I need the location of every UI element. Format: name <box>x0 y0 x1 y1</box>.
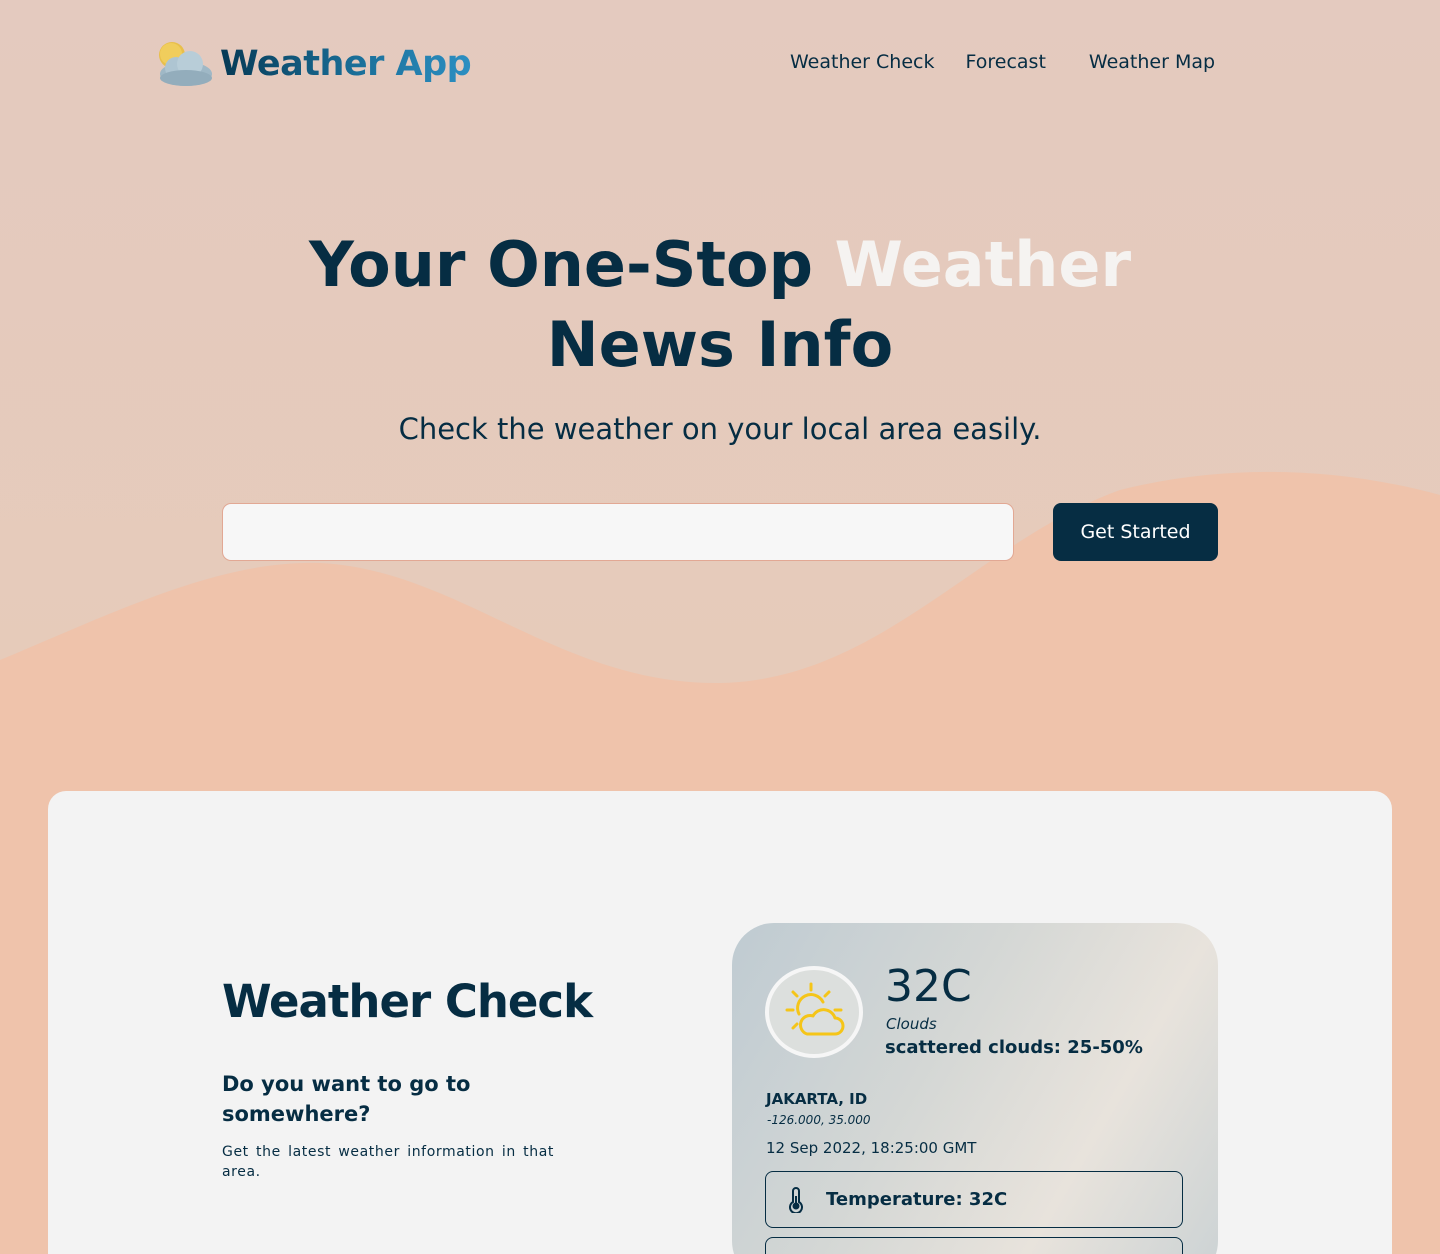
hero-subtitle: Check the weather on your local area eas… <box>398 412 1042 446</box>
weather-condition-description: scattered clouds: 25-50% <box>885 1037 1143 1058</box>
app-name: Weather App <box>220 44 472 84</box>
hero-title-part1: Your One-Stop <box>308 228 835 301</box>
weather-check-description: Get the latest weather information in th… <box>222 1144 554 1180</box>
thermometer-icon <box>766 1186 826 1213</box>
weather-check-title: Weather Check <box>222 975 593 1028</box>
nav-weather-map[interactable]: Weather Map <box>1089 50 1215 74</box>
weather-condition: Clouds <box>886 1015 937 1033</box>
weather-check-question: Do you want to go to somewhere? <box>222 1072 471 1126</box>
sun-cloud-icon <box>152 38 214 90</box>
hero-title: Your One-Stop Weather News Info <box>220 225 1220 385</box>
partly-cloudy-icon <box>781 980 847 1045</box>
get-started-button[interactable]: Get Started <box>1053 503 1218 561</box>
main-nav: Weather Check Forecast Weather Map <box>790 50 1215 74</box>
logo[interactable]: Weather App <box>152 38 472 90</box>
nav-forecast[interactable]: Forecast <box>966 50 1046 74</box>
temperature-row: Temperature: 32C <box>765 1171 1183 1228</box>
temperature-value: 32C <box>885 961 972 1012</box>
temperature-row-label: Temperature: 32C <box>826 1189 1008 1210</box>
hero-title-part2: News Info <box>546 308 894 381</box>
location-search-input[interactable] <box>222 503 1014 561</box>
header: Weather App Weather Check Forecast Weath… <box>0 0 1440 125</box>
weather-icon-badge <box>765 966 863 1058</box>
date-time: 12 Sep 2022, 18:25:00 GMT <box>766 1139 977 1157</box>
coordinates: -126.000, 35.000 <box>767 1113 871 1127</box>
hero-title-highlight: Weather <box>834 228 1132 301</box>
info-row <box>765 1237 1183 1254</box>
nav-weather-check[interactable]: Weather Check <box>790 50 935 74</box>
city-name: JAKARTA, ID <box>766 1090 868 1108</box>
wave-decoration <box>0 471 1440 720</box>
